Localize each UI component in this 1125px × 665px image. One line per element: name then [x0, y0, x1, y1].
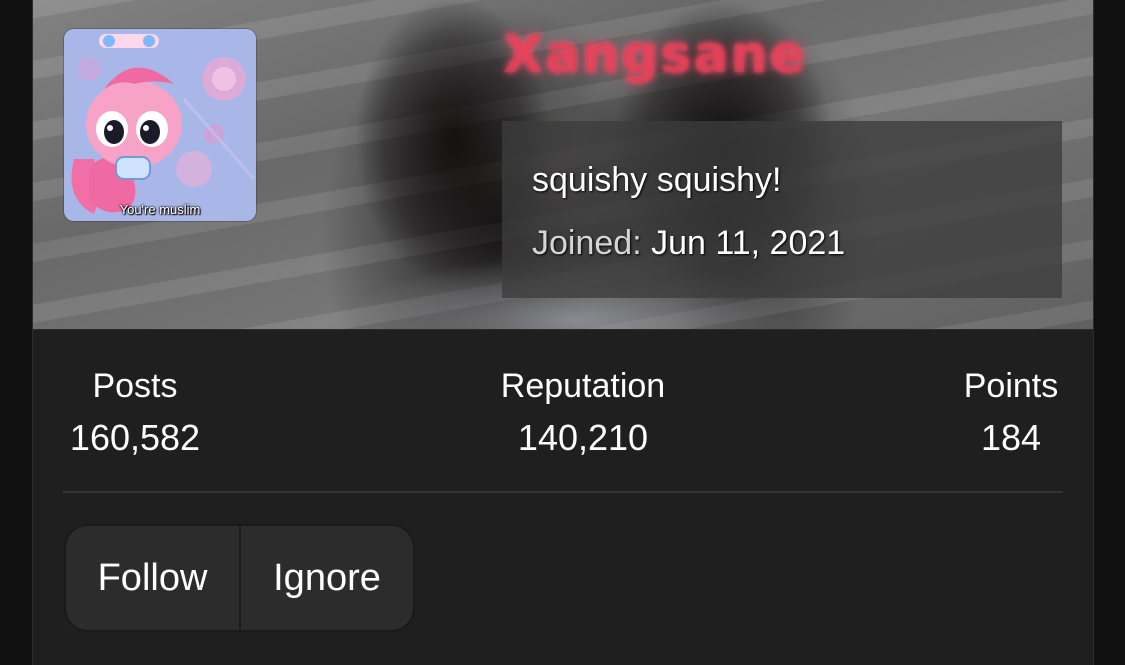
joined-date: Joined: Jun 11, 2021 — [532, 224, 845, 263]
ignore-button[interactable]: Ignore — [241, 526, 413, 630]
profile-card: You're muslim Xangsane squishy squishy! … — [32, 0, 1094, 665]
follow-button[interactable]: Follow — [66, 526, 241, 630]
points-label: Points — [963, 367, 1059, 405]
stat-reputation[interactable]: Reputation 140,210 — [473, 360, 693, 464]
reputation-count: 140,210 — [517, 417, 649, 458]
reputation-label: Reputation — [500, 367, 666, 405]
posts-label: Posts — [92, 367, 178, 405]
joined-label: Joined: — [532, 224, 642, 262]
profile-banner: You're muslim Xangsane squishy squishy! … — [33, 0, 1093, 330]
username[interactable]: Xangsane — [503, 25, 807, 85]
profile-info-box: squishy squishy! Joined: Jun 11, 2021 — [502, 121, 1062, 298]
joined-value: Jun 11, 2021 — [651, 224, 846, 262]
profile-stats: Posts 160,582 Reputation 140,210 Points … — [33, 360, 1093, 470]
avatar[interactable]: You're muslim — [64, 29, 256, 221]
stat-posts[interactable]: Posts 160,582 — [63, 360, 207, 464]
divider — [63, 491, 1063, 493]
profile-actions: Follow Ignore — [66, 526, 413, 630]
status-message: squishy squishy! — [532, 161, 782, 199]
avatar-image — [64, 29, 256, 221]
points-count: 184 — [980, 417, 1042, 458]
stat-points[interactable]: Points 184 — [948, 360, 1074, 464]
posts-count: 160,582 — [69, 417, 201, 458]
avatar-caption: You're muslim — [119, 202, 201, 217]
